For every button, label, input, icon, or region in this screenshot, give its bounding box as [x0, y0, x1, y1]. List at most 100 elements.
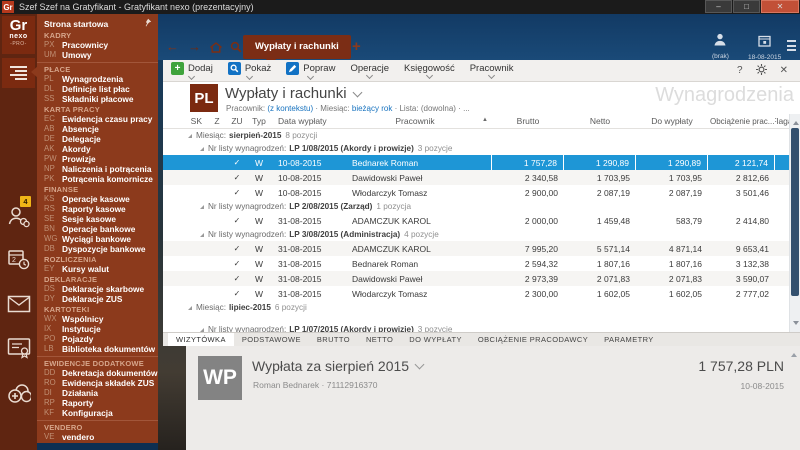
sidebar-item[interactable]: VE vendero	[37, 432, 158, 442]
scroll-down-icon[interactable]	[793, 321, 799, 328]
sidebar-item[interactable]: DB Dyspozycje bankowe	[37, 244, 158, 254]
sidebar-item[interactable]: EY Kursy walut	[37, 264, 158, 274]
table-row[interactable]: ✓ W 31-08-2015 Dawidowski Paweł 2 973,39…	[163, 271, 789, 286]
close-button[interactable]: ✕	[761, 0, 799, 13]
group-row-month[interactable]: Miesiąc: sierpień-2015 8 pozycji	[163, 129, 789, 142]
sidebar-item[interactable]: SS Składniki płacowe	[37, 94, 158, 104]
user-button[interactable]: (brak)	[712, 33, 729, 60]
group-row-list[interactable]: Nr listy wynagrodzeń: LP 2/08/2015 (Zarzą…	[163, 200, 789, 213]
table-row[interactable]: ✓ W 31-08-2015 Włodarczyk Tomasz 2 300,0…	[163, 286, 789, 301]
sidebar-item[interactable]: DD Dekretacja dokumentów	[37, 368, 158, 378]
sidebar-item[interactable]: RO Ewidencja składek ZUS	[37, 378, 158, 388]
table-row[interactable]: ✓ W 10-08-2015 Dawidowski Paweł 2 340,58…	[163, 170, 789, 185]
pin-icon[interactable]	[143, 18, 152, 29]
tab-wizytowka[interactable]: WIZYTÓWKA	[168, 333, 234, 346]
group-row-list[interactable]: Nr listy wynagrodzeń: LP 3/08/2015 (Admin…	[163, 228, 789, 241]
scroll-up-icon[interactable]	[793, 118, 799, 125]
sidebar-item[interactable]: LB Biblioteka dokumentów	[37, 344, 158, 354]
help-button[interactable]: ?	[737, 65, 743, 76]
forward-icon[interactable]: →	[188, 40, 201, 53]
table-row[interactable]: ✓ W 31-08-2015 Bednarek Roman 2 594,32 1…	[163, 256, 789, 271]
column-header[interactable]: Do wypłaty	[636, 114, 708, 128]
menu-icon[interactable]	[787, 40, 796, 51]
sidebar-item[interactable]: PL Wynagrodzenia	[37, 74, 158, 84]
sidebar-item[interactable]: AK Akordy	[37, 144, 158, 154]
sidebar-item[interactable]: IX Instytucje	[37, 324, 158, 334]
toolbar-operacje-menu[interactable]: Operacje	[350, 63, 389, 80]
sidebar-item[interactable]: WG Wyciągi bankowe	[37, 234, 158, 244]
table-row[interactable]: ✓ W 31-08-2015 ADAMCZUK KAROL 2 000,00 1…	[163, 213, 789, 228]
app-logo[interactable]: Gr nexo -PRO-	[2, 16, 35, 54]
date-button[interactable]: 18-08-2015	[748, 34, 781, 61]
table-row[interactable]: ✓ W 10-08-2015 Włodarczyk Tomasz 2 900,0…	[163, 185, 789, 200]
table-row[interactable]: ✓ W 31-08-2015 ADAMCZUK KAROL 7 995,20 5…	[163, 241, 789, 256]
sidebar-item[interactable]: AB Absencje	[37, 124, 158, 134]
calendar-clock-icon[interactable]: 2	[7, 248, 31, 272]
group-row-list[interactable]: Nr listy wynagrodzeń: LP 1/08/2015 (Akord…	[163, 142, 789, 155]
sidebar-item[interactable]: UM Umowy	[37, 50, 158, 60]
tab-parametry[interactable]: PARAMETRY	[596, 333, 662, 346]
table-scrollbar[interactable]	[789, 114, 800, 332]
column-header[interactable]: Data wypłaty	[270, 114, 338, 128]
column-header[interactable]: Brutto	[492, 114, 564, 128]
column-header[interactable]: Netto	[564, 114, 636, 128]
license-icon[interactable]	[7, 336, 31, 360]
sidebar-item[interactable]: KF Konfiguracja	[37, 408, 158, 418]
new-tab-button[interactable]: +	[352, 38, 361, 55]
sidebar-item[interactable]: PO Pojazdy	[37, 334, 158, 344]
column-header[interactable]: Flaga	[775, 114, 789, 128]
toolbar-popraw-menu[interactable]: Popraw	[286, 62, 335, 81]
coins-plus-icon[interactable]	[7, 382, 31, 406]
detail-title[interactable]: Wypłata za sierpień 2015	[252, 358, 425, 374]
filter-more[interactable]: ...	[463, 104, 470, 113]
sidebar-item[interactable]: RS Raporty kasowe	[37, 204, 158, 214]
sidebar-item[interactable]: SE Sesje kasowe	[37, 214, 158, 224]
back-icon[interactable]: ←	[166, 40, 179, 53]
sidebar-item[interactable]: BN Operacje bankowe	[37, 224, 158, 234]
sidebar-item[interactable]: NP Naliczenia i potrącenia	[37, 164, 158, 174]
filter-month-link[interactable]: bieżący rok	[352, 104, 392, 113]
group-row-list-clipped[interactable]: Nr listy wynagrodzeń: LP 1/07/2015 (Akord…	[163, 323, 789, 332]
tab-netto[interactable]: NETTO	[358, 333, 401, 346]
column-header[interactable]: Typ	[248, 114, 270, 128]
close-view-button[interactable]: ✕	[780, 65, 788, 76]
tab-do-wyplaty[interactable]: DO WYPŁATY	[401, 333, 470, 346]
column-header[interactable]: ZU	[226, 114, 248, 128]
tab-wyplaty-i-rachunki[interactable]: Wypłaty i rachunki	[243, 35, 351, 65]
tab-podstawowe[interactable]: PODSTAWOWE	[234, 333, 309, 346]
tab-brutto[interactable]: BRUTTO	[309, 333, 358, 346]
column-header[interactable]: Obciążenie prac...	[708, 114, 775, 128]
toolbar-pokaz-menu[interactable]: Pokaż	[227, 62, 271, 81]
search-icon[interactable]	[230, 41, 243, 59]
group-row-month[interactable]: Miesiąc: lipiec-2015 6 pozycji	[163, 301, 789, 314]
panel-scroll-up-icon[interactable]	[791, 350, 797, 357]
column-header[interactable]: Pracownik ▲	[338, 114, 492, 128]
sidebar-item[interactable]: RP Raporty	[37, 398, 158, 408]
maximize-button[interactable]: □	[733, 0, 760, 13]
page-title[interactable]: Wypłaty i rachunki	[225, 85, 363, 102]
sidebar-item[interactable]: DL Definicje list płac	[37, 84, 158, 94]
table-row-selected[interactable]: ✓ W 10-08-2015 Bednarek Roman 1 757,28 1…	[163, 155, 789, 170]
home-icon[interactable]	[209, 41, 223, 59]
sidebar-item[interactable]: DI Działania	[37, 388, 158, 398]
column-header[interactable]: Z	[208, 114, 226, 128]
sidebar-item[interactable]: DY Deklaracje ZUS	[37, 294, 158, 304]
sidebar-item[interactable]: PK Potrącenia komornicze	[37, 174, 158, 184]
sidebar-item[interactable]: EC Ewidencja czasu pracy	[37, 114, 158, 124]
employees-payroll-icon[interactable]	[7, 205, 31, 229]
minimize-button[interactable]: –	[705, 0, 732, 13]
toolbar-ksiegowosc-menu[interactable]: Księgowość	[404, 63, 455, 80]
sidebar-item[interactable]: PW Prowizje	[37, 154, 158, 164]
sidebar-item[interactable]: DS Deklaracje skarbowe	[37, 284, 158, 294]
toolbar-pracownik-menu[interactable]: Pracownik	[470, 63, 514, 80]
column-header[interactable]: SK	[163, 114, 208, 128]
toolbar-dodaj-menu[interactable]: + Dodaj	[171, 62, 213, 81]
gear-icon[interactable]	[755, 63, 767, 78]
sidebar-item[interactable]: WX Wspólnicy	[37, 314, 158, 324]
tab-obciazenie-pracodawcy[interactable]: OBCIĄŻENIE PRACODAWCY	[470, 333, 596, 346]
sidebar-item[interactable]: DE Delegacje	[37, 134, 158, 144]
mail-icon[interactable]	[7, 292, 31, 316]
sidebar-item[interactable]: KS Operacje kasowe	[37, 194, 158, 204]
sidebar-item-strona-startowa[interactable]: Strona startowa	[37, 17, 158, 30]
sidebar-item[interactable]: PX Pracownicy	[37, 40, 158, 50]
